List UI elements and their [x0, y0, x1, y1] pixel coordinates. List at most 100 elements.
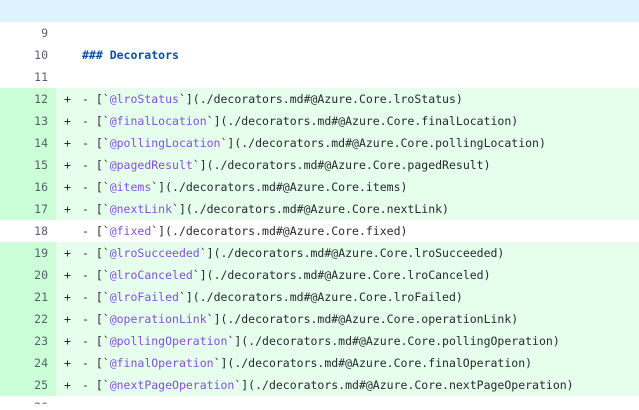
line-number[interactable]: 12: [0, 88, 56, 110]
diff-line-added: 23 + - [`@pollingOperation`](./decorators.…: [0, 330, 639, 352]
code-text: - [`: [82, 202, 110, 216]
line-number[interactable]: 11: [0, 66, 56, 88]
line-number[interactable]: 24: [0, 352, 56, 374]
code-text: - [`: [82, 158, 110, 172]
diff-line-context: 9: [0, 22, 639, 44]
code-text: - [`: [82, 356, 110, 370]
line-number[interactable]: 10: [0, 44, 56, 66]
diff-marker: +: [64, 114, 71, 128]
diff-marker: +: [64, 202, 71, 216]
decorator-name: @lroSucceeded: [109, 246, 200, 260]
code-text: - [`: [82, 246, 110, 260]
diff-marker: +: [64, 356, 71, 370]
diff-marker: +: [64, 290, 71, 304]
code-text: - [`: [82, 92, 110, 106]
code-text: `](./decorators.md#@Azure.Core.pollingOp…: [227, 334, 560, 348]
code-text: `](./decorators.md#@Azure.Core.nextLink): [172, 202, 449, 216]
code-text: `](./decorators.md#@Azure.Core.finalOper…: [213, 356, 533, 370]
diff-marker: +: [64, 334, 71, 348]
diff-line-added: 14 + - [`@pollingLocation`](./decorators.m…: [0, 132, 639, 154]
decorator-name: @operationLink: [109, 312, 207, 326]
decorator-name: @nextLink: [109, 202, 173, 216]
line-number[interactable]: 9: [0, 22, 56, 44]
diff-line-context: 10 ### Decorators: [0, 44, 639, 66]
decorator-name: @finalLocation: [109, 114, 207, 128]
line-number[interactable]: 25: [0, 374, 56, 396]
code-text: - [`: [82, 290, 110, 304]
code-text: `](./decorators.md#@Azure.Core.nextPageO…: [234, 378, 574, 392]
line-number[interactable]: 14: [0, 132, 56, 154]
line-number[interactable]: 23: [0, 330, 56, 352]
diff-marker: +: [64, 136, 71, 150]
decorator-name: @lroCanceled: [109, 268, 193, 282]
decorator-name: @finalOperation: [109, 356, 214, 370]
diff-marker: +: [64, 92, 71, 106]
line-content: ### Decorators: [82, 44, 179, 66]
decorator-name: @pollingLocation: [109, 136, 221, 150]
code-text: `](./decorators.md#@Azure.Core.lroStatus…: [178, 92, 463, 106]
line-number[interactable]: 17: [0, 198, 56, 220]
diff-line-added: 25 + - [`@nextPageOperation`](./decorators…: [0, 374, 639, 396]
diff-marker: +: [64, 268, 71, 282]
line-content: - [`@operationLink`](./decorators.md#@Az…: [82, 308, 518, 330]
diff-marker: +: [64, 246, 71, 260]
line-content: - [`@lroSucceeded`](./decorators.md#@Azu…: [82, 242, 504, 264]
code-text: - [`: [82, 312, 110, 326]
diff-marker: +: [64, 312, 71, 326]
line-number[interactable]: 20: [0, 264, 56, 286]
code-text: - [`: [82, 180, 110, 194]
line-content: - [`@pollingOperation`](./decorators.md#…: [82, 330, 560, 352]
decorator-name: @lroStatus: [109, 92, 179, 106]
diff-marker: +: [64, 158, 71, 172]
decorator-name: @pollingOperation: [109, 334, 228, 348]
diff-view: 9 10 ### Decorators 11 12 + - [`@lroStatus`](.…: [0, 22, 639, 404]
line-content: - [`@pagedResult`](./decorators.md#@Azur…: [82, 154, 491, 176]
diff-line-added: 12 + - [`@lroStatus`](./decorators.md#@Azu…: [0, 88, 639, 110]
diff-line-added: 24 + - [`@finalOperation`](./decorators.md…: [0, 352, 639, 374]
diff-line-added: 17 + - [`@nextLink`](./decorators.md#@Azur…: [0, 198, 639, 220]
line-number[interactable]: 15: [0, 154, 56, 176]
line-content: - [`@pollingLocation`](./decorators.md#@…: [82, 132, 546, 154]
line-content: - [`@nextPageOperation`](./decorators.md…: [82, 374, 574, 396]
line-number[interactable]: 26: [0, 396, 56, 404]
code-text: - [`: [82, 268, 110, 282]
decorator-name: @lroFailed: [109, 290, 179, 304]
line-content: - [`@fixed`](./decorators.md#@Azure.Core…: [82, 220, 407, 242]
diff-marker: +: [64, 180, 71, 194]
decorator-name: @items: [109, 180, 152, 194]
diff-line-added: 21 + - [`@lroFailed`](./decorators.md#@Azu…: [0, 286, 639, 308]
code-text: `](./decorators.md#@Azure.Core.lroSuccee…: [199, 246, 505, 260]
line-content: - [`@nextLink`](./decorators.md#@Azure.C…: [82, 198, 449, 220]
diff-line-added: 19 + - [`@lroSucceeded`](./decorators.md#@…: [0, 242, 639, 264]
decorator-name: @nextPageOperation: [109, 378, 235, 392]
code-text: - [`: [82, 334, 110, 348]
line-number[interactable]: 21: [0, 286, 56, 308]
line-number[interactable]: 22: [0, 308, 56, 330]
diff-line-added: 15 + - [`@pagedResult`](./decorators.md#@A…: [0, 154, 639, 176]
code-text: `](./decorators.md#@Azure.Core.operation…: [206, 312, 519, 326]
heading-text: ### Decorators: [82, 48, 179, 62]
line-number[interactable]: 19: [0, 242, 56, 264]
line-number[interactable]: 16: [0, 176, 56, 198]
diff-line-context: 11: [0, 66, 639, 88]
decorator-name: @pagedResult: [109, 158, 193, 172]
line-content: - [`@finalLocation`](./decorators.md#@Az…: [82, 110, 518, 132]
line-content: - [`@lroCanceled`](./decorators.md#@Azur…: [82, 264, 491, 286]
line-content: - [`@lroStatus`](./decorators.md#@Azure.…: [82, 88, 463, 110]
code-text: `](./decorators.md#@Azure.Core.items): [151, 180, 408, 194]
code-text: - [`: [82, 136, 110, 150]
diff-line-added: 16 + - [`@items`](./decorators.md#@Azure.C…: [0, 176, 639, 198]
code-text: `](./decorators.md#@Azure.Core.finalLoca…: [206, 114, 519, 128]
diff-line-added: 20 + - [`@lroCanceled`](./decorators.md#@A…: [0, 264, 639, 286]
line-number[interactable]: 13: [0, 110, 56, 132]
diff-line-added: 22 + - [`@operationLink`](./decorators.md#…: [0, 308, 639, 330]
code-text: `](./decorators.md#@Azure.Core.fixed): [151, 224, 408, 238]
diff-line-context: 18 - [`@fixed`](./decorators.md#@Azure.Co…: [0, 220, 639, 242]
hunk-header: [0, 0, 639, 22]
line-content: - [`@lroFailed`](./decorators.md#@Azure.…: [82, 286, 463, 308]
diff-line-added: 13 + - [`@finalLocation`](./decorators.md#…: [0, 110, 639, 132]
code-text: - [`: [82, 224, 110, 238]
line-number[interactable]: 18: [0, 220, 56, 242]
line-content: - [`@items`](./decorators.md#@Azure.Core…: [82, 176, 407, 198]
code-text: - [`: [82, 378, 110, 392]
